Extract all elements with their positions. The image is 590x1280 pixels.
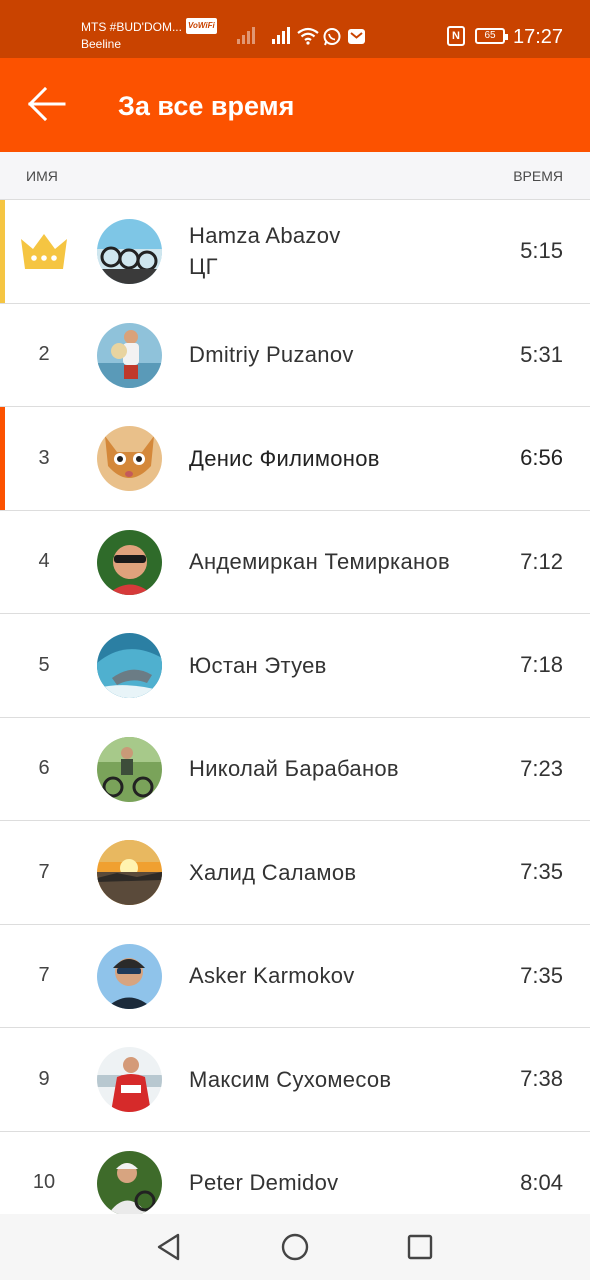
avatar[interactable]	[97, 943, 162, 1009]
mail-icon	[348, 29, 365, 44]
athlete-time: 7:23	[520, 755, 563, 781]
leaderboard-row-current-user[interactable]: 3 Денис Филимонов 6:56	[0, 407, 590, 511]
athlete-time: 7:18	[520, 652, 563, 678]
athlete-name[interactable]: Денис Филимонов	[189, 407, 494, 510]
athlete-name[interactable]: Dmitriy Puzanov	[189, 304, 494, 407]
avatar[interactable]	[97, 1150, 162, 1216]
avatar[interactable]	[97, 529, 162, 595]
avatar[interactable]	[97, 736, 162, 802]
avatar[interactable]	[97, 322, 162, 388]
athlete-name[interactable]: Николай Барабанов	[189, 718, 494, 821]
leaderboard-row[interactable]: 4 Андемиркан Темирканов 7:12	[0, 510, 590, 614]
whatsapp-icon	[323, 28, 341, 46]
carrier-info: MTS #BUD'DOM... VoWiFi Beeline	[81, 18, 217, 51]
avatar[interactable]	[97, 840, 162, 905]
nav-recents-icon[interactable]	[403, 1230, 437, 1264]
avatar[interactable]	[97, 633, 162, 698]
athlete-name[interactable]: Максим Сухомесов	[189, 1028, 494, 1131]
avatar[interactable]	[97, 426, 162, 491]
signal-sim1-icon	[237, 26, 255, 44]
athlete-name[interactable]: Asker Karmokov	[189, 925, 494, 1028]
crown-icon	[21, 234, 67, 269]
avatar[interactable]	[97, 1047, 162, 1112]
leaderboard-row[interactable]: 9 Максим Сухомесов 7:38	[0, 1028, 590, 1132]
nav-back-icon[interactable]	[153, 1230, 187, 1264]
rank-label: 6	[38, 757, 50, 780]
athlete-time: 7:12	[520, 548, 563, 574]
app-bar: За все время	[0, 58, 590, 152]
leaderboard-list: Hamza Abazov ЦГ 5:15 2 Dmitriy Puzanov 5…	[0, 200, 590, 1235]
athlete-name[interactable]: Андемиркан Темирканов	[189, 511, 494, 614]
leaderboard-row[interactable]: 2 Dmitriy Puzanov 5:31	[0, 303, 590, 407]
wifi-icon	[297, 27, 319, 45]
leaderboard-row[interactable]: Hamza Abazov ЦГ 5:15	[0, 200, 590, 304]
page-title: За все время	[118, 91, 295, 121]
rank-label: 7	[38, 964, 50, 987]
avatar[interactable]	[97, 219, 162, 284]
athlete-time: 5:31	[520, 341, 563, 367]
system-nav-bar	[0, 1214, 590, 1280]
athlete-time: 6:56	[520, 445, 563, 471]
column-time-label: ВРЕМЯ	[513, 168, 563, 184]
rank-label: 4	[38, 550, 50, 573]
athlete-name[interactable]: Халид Саламов	[189, 821, 494, 924]
carrier-primary: MTS #BUD'DOM...	[81, 20, 182, 34]
athlete-time: 5:15	[520, 238, 563, 264]
vowifi-badge: VoWiFi	[185, 18, 217, 34]
leaderboard-row[interactable]: 6 Николай Барабанов 7:23	[0, 717, 590, 821]
nav-home-icon[interactable]	[278, 1230, 312, 1264]
rank-label: 7	[38, 860, 50, 883]
nfc-icon: N	[447, 26, 465, 46]
status-time: 17:27	[513, 26, 564, 48]
leaderboard-row[interactable]: 7 Asker Karmokov 7:35	[0, 924, 590, 1028]
rank-label: 2	[38, 343, 50, 366]
signal-sim2-icon	[272, 26, 290, 44]
athlete-time: 7:35	[520, 859, 563, 885]
rank-label: 3	[38, 446, 50, 469]
column-name-label: ИМЯ	[26, 168, 58, 184]
carrier-secondary: Beeline	[81, 37, 122, 51]
athlete-time: 7:35	[520, 962, 563, 988]
battery-icon: 65	[475, 28, 508, 44]
rank-label: 5	[38, 653, 50, 676]
back-button[interactable]	[22, 80, 70, 128]
leaderboard-row[interactable]: 7 Халид Саламов 7:35	[0, 821, 590, 925]
leaderboard-row[interactable]: 5 Юстан Этуев 7:18	[0, 614, 590, 718]
arrow-left-icon	[27, 86, 66, 122]
status-bar: MTS #BUD'DOM... VoWiFi Beeline N 65 17:27	[0, 0, 590, 58]
athlete-time: 7:38	[520, 1066, 563, 1092]
rank-label: 9	[38, 1067, 50, 1090]
athlete-name[interactable]: Юстан Этуев	[189, 614, 494, 717]
leaderboard-header: ИМЯ ВРЕМЯ	[0, 152, 590, 200]
athlete-name[interactable]: Hamza Abazov ЦГ	[189, 200, 494, 303]
